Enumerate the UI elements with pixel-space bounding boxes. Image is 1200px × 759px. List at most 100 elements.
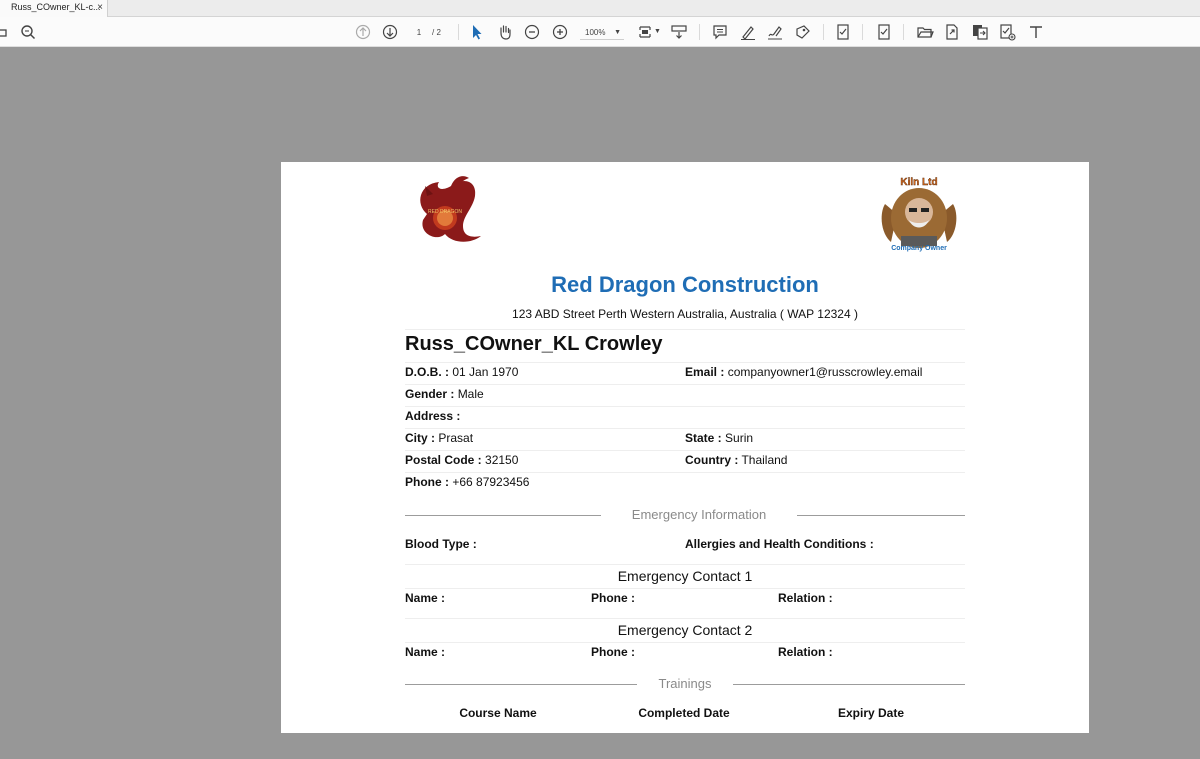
logo-left-text: RED DRAGON bbox=[428, 209, 462, 215]
contact1-relation-field: Relation : bbox=[778, 591, 833, 605]
contact1-phone-label: Phone : bbox=[591, 591, 635, 605]
emergency-contact-1-title: Emergency Contact 1 bbox=[617, 568, 753, 584]
close-tab-icon[interactable]: × bbox=[97, 0, 103, 15]
stamp-icon[interactable] bbox=[794, 23, 812, 41]
zoom-level-value: 100% bbox=[585, 28, 606, 37]
zoom-in-icon[interactable] bbox=[551, 23, 569, 41]
section-rule bbox=[405, 684, 637, 685]
contact1-relation-label: Relation : bbox=[778, 591, 833, 605]
dob-label: D.O.B. : bbox=[405, 365, 449, 379]
email-value: companyowner1@russcrowley.email bbox=[727, 365, 923, 379]
document-tab-title: Russ_COwner_KL-c... bbox=[11, 2, 101, 12]
divider bbox=[405, 329, 965, 330]
page-total: / 2 bbox=[432, 28, 441, 37]
contact1-name-label: Name : bbox=[405, 591, 446, 605]
contact2-phone-field: Phone : bbox=[591, 645, 635, 659]
divider bbox=[405, 450, 965, 451]
chevron-down-icon: ▼ bbox=[614, 29, 621, 36]
section-rule bbox=[733, 684, 965, 685]
hand-tool-icon[interactable] bbox=[496, 23, 514, 41]
contact2-name-label: Name : bbox=[405, 645, 446, 659]
kiln-ltd-logo: Kiln Ltd Company Owner bbox=[875, 174, 963, 254]
gender-field: Gender : Male bbox=[405, 387, 484, 401]
state-label: State : bbox=[685, 431, 722, 445]
state-field: State : Surin bbox=[685, 431, 753, 445]
allergies-field: Allergies and Health Conditions : bbox=[685, 537, 874, 551]
export-icon[interactable] bbox=[943, 23, 961, 41]
divider bbox=[405, 362, 965, 363]
contact2-phone-label: Phone : bbox=[591, 645, 635, 659]
red-dragon-logo: RED DRAGON bbox=[405, 174, 485, 246]
state-value: Surin bbox=[725, 431, 754, 445]
divider bbox=[405, 406, 965, 407]
page-number-input[interactable]: 1 bbox=[409, 26, 429, 39]
next-page-icon[interactable] bbox=[381, 23, 399, 41]
contact2-name-field: Name : bbox=[405, 645, 445, 659]
fit-page-icon[interactable] bbox=[637, 23, 655, 41]
fill-sign-icon[interactable] bbox=[834, 23, 852, 41]
blood-type-field: Blood Type : bbox=[405, 537, 477, 551]
training-column-header: Expiry Date bbox=[837, 706, 905, 720]
compare-icon[interactable] bbox=[971, 23, 989, 41]
person-name: Russ_COwner_KL Crowley bbox=[405, 333, 663, 355]
divider bbox=[405, 428, 965, 429]
training-column-header: Course Name bbox=[459, 706, 537, 720]
postal-code-field: Postal Code : 32150 bbox=[405, 453, 518, 467]
postal-code-value: 32150 bbox=[485, 453, 519, 467]
email-field: Email : companyowner1@russcrowley.email bbox=[685, 365, 922, 379]
document-tab[interactable]: Russ_COwner_KL-c... × bbox=[0, 0, 108, 17]
city-label: City : bbox=[405, 431, 435, 445]
blood-type-label: Blood Type : bbox=[405, 537, 477, 551]
country-field: Country : Thailand bbox=[685, 453, 787, 467]
country-label: Country : bbox=[685, 453, 739, 467]
training-column-header: Completed Date bbox=[638, 706, 730, 720]
dob-value: 01 Jan 1970 bbox=[452, 365, 519, 379]
contact2-relation-field: Relation : bbox=[778, 645, 833, 659]
address-label: Address : bbox=[405, 409, 461, 423]
divider bbox=[405, 384, 965, 385]
gender-value: Male bbox=[457, 387, 484, 401]
postal-code-label: Postal Code : bbox=[405, 453, 482, 467]
tab-bar: Russ_COwner_KL-c... × bbox=[0, 0, 1200, 17]
contact1-phone-field: Phone : bbox=[591, 591, 635, 605]
emergency-section-title: Emergency Information bbox=[601, 507, 797, 522]
scroll-mode-icon[interactable] bbox=[670, 23, 688, 41]
contact2-relation-label: Relation : bbox=[778, 645, 833, 659]
divider bbox=[405, 588, 965, 589]
review-icon[interactable] bbox=[875, 23, 893, 41]
divider bbox=[405, 642, 965, 643]
prev-page-icon[interactable] bbox=[354, 23, 372, 41]
highlight-icon[interactable] bbox=[739, 23, 757, 41]
city-value: Prasat bbox=[438, 431, 474, 445]
zoom-level-select[interactable]: 100% ▼ bbox=[580, 26, 624, 40]
section-rule bbox=[405, 515, 601, 516]
city-field: City : Prasat bbox=[405, 431, 473, 445]
section-rule bbox=[797, 515, 965, 516]
phone-value: +66 87923456 bbox=[452, 475, 530, 489]
toolbar: 1 / 2 100% ▼ ▼ bbox=[0, 17, 1200, 47]
zoom-out-icon[interactable] bbox=[523, 23, 541, 41]
divider bbox=[405, 472, 965, 473]
divider bbox=[405, 564, 965, 565]
edit-pdf-icon[interactable] bbox=[998, 23, 1016, 41]
open-file-icon[interactable] bbox=[916, 23, 934, 41]
print-icon[interactable] bbox=[0, 23, 9, 41]
toolbar-divider bbox=[862, 24, 863, 40]
search-icon[interactable] bbox=[19, 23, 37, 41]
company-name: Red Dragon Construction bbox=[551, 272, 819, 297]
logo-right-bottom-text: Company Owner bbox=[891, 245, 947, 252]
allergies-label: Allergies and Health Conditions : bbox=[685, 537, 874, 551]
emergency-contact-2-title: Emergency Contact 2 bbox=[617, 622, 753, 638]
fit-options-chevron-icon[interactable]: ▼ bbox=[654, 28, 661, 35]
contact1-name-field: Name : bbox=[405, 591, 445, 605]
phone-label: Phone : bbox=[405, 475, 449, 489]
text-tool-icon[interactable] bbox=[1027, 23, 1045, 41]
sign-icon[interactable] bbox=[766, 23, 784, 41]
gender-label: Gender : bbox=[405, 387, 455, 401]
trainings-section-title: Trainings bbox=[637, 676, 733, 691]
toolbar-divider bbox=[458, 24, 459, 40]
toolbar-divider bbox=[699, 24, 700, 40]
select-tool-icon[interactable] bbox=[468, 23, 486, 41]
dob-field: D.O.B. : 01 Jan 1970 bbox=[405, 365, 518, 379]
comment-icon[interactable] bbox=[711, 23, 729, 41]
